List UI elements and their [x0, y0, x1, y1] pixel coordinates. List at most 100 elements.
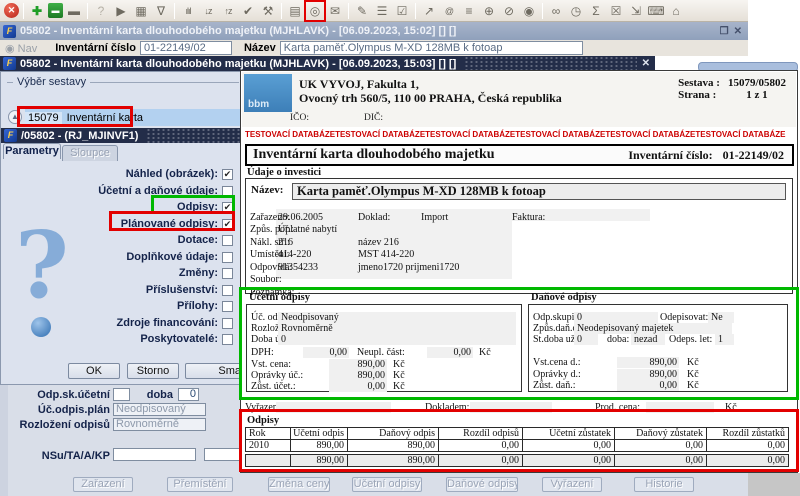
- historie-button[interactable]: Historie: [634, 477, 694, 492]
- section-udaje-box: Název: Karta paměť.Olympus M-XD 128MB k …: [245, 178, 793, 294]
- glasses-icon[interactable]: ∞: [547, 2, 565, 20]
- odpis-plan-label: Úč.odpis.plán: [20, 404, 110, 416]
- faktura-label: Faktura:: [512, 212, 545, 223]
- nav-row: ◉ Nav Inventární číslo 01-22149/02 Název…: [0, 40, 748, 56]
- rozlozeni-field[interactable]: Rovnoměrně: [113, 418, 206, 431]
- checkbox-row-zmeny: Změny:: [1, 266, 233, 280]
- list-icon[interactable]: ☰: [373, 2, 391, 20]
- layers-icon[interactable]: ≡: [460, 2, 478, 20]
- checkbox-row-nahled: Náhled (obrázek):✔: [1, 167, 233, 181]
- close-icon[interactable]: ✕: [642, 58, 650, 69]
- window-title: 05802 - Inventární karta dlouhodobého ma…: [20, 25, 456, 37]
- doklad-label: Doklad:: [358, 212, 390, 223]
- danove-odpisy-button[interactable]: Daňové odpisy: [446, 477, 518, 492]
- name-input[interactable]: Karta paměť.Olympus M-XD 128MB k fotoap: [280, 41, 583, 55]
- zmeny-checkbox[interactable]: [222, 268, 233, 279]
- annotation-odpisy-sections: [239, 287, 799, 400]
- strana-value: 1 z 1: [728, 89, 786, 101]
- app-icon: F: [3, 57, 16, 70]
- compass-icon[interactable]: ⊘: [500, 2, 518, 20]
- toolbar: ✕✚▬▬?▶▦∇ılıl↓z↑z✔⚒▤◎✉✎☰☑↗@≡⊕⊘◉∞◷Σ☒⇲⌨⌂: [0, 0, 748, 22]
- report-meta: Sestava : 15079/05802 Strana : 1 z 1: [678, 77, 786, 101]
- annotation-tree-item: [17, 106, 133, 127]
- checkbox-row-dotace: Dotace:: [1, 233, 233, 247]
- close-icon[interactable]: ✕: [4, 3, 19, 18]
- window-titlebar-active: F 05802 - Inventární karta dlouhodobého …: [0, 56, 655, 71]
- doplnkove-checkbox[interactable]: [222, 252, 233, 263]
- print-icon[interactable]: ▤: [286, 2, 304, 20]
- excel-export-icon[interactable]: ☒: [607, 2, 625, 20]
- check-all-icon[interactable]: ✔: [239, 2, 257, 20]
- nahled-checkbox[interactable]: ✔: [222, 169, 233, 180]
- tab-parametry[interactable]: Parametry: [3, 143, 61, 159]
- tools-icon[interactable]: ⚒: [259, 2, 277, 20]
- edit-icon[interactable]: ✎: [353, 2, 371, 20]
- mail-icon[interactable]: ✉: [326, 2, 344, 20]
- tab-sloupce[interactable]: Sloupce: [62, 145, 118, 161]
- app-icon: F: [3, 25, 16, 38]
- toolbar-separator: [415, 3, 416, 19]
- section-udaje-label: Údaje o investici: [247, 167, 321, 178]
- external-link-icon[interactable]: ↗: [420, 2, 438, 20]
- attachment-icon[interactable]: @: [440, 2, 458, 20]
- inv-number-label: Inventární číslo: [55, 42, 136, 54]
- remove-icon[interactable]: ▬: [65, 2, 83, 20]
- close-icon[interactable]: ✕: [734, 26, 742, 37]
- filter-icon[interactable]: ∇: [152, 2, 170, 20]
- checklist-icon[interactable]: ☑: [393, 2, 411, 20]
- zpusob-porizeni-value: Úplatné nabytí: [278, 224, 337, 235]
- print-preview-icon[interactable]: ◎: [306, 2, 324, 20]
- save-icon[interactable]: ▬: [48, 3, 63, 18]
- sort-descending-icon[interactable]: ↓z: [199, 2, 217, 20]
- smazat-button[interactable]: Sma: [185, 363, 244, 379]
- sort-ascending-icon[interactable]: ↑z: [219, 2, 237, 20]
- poskytovatele-checkbox[interactable]: [222, 334, 233, 345]
- run-icon[interactable]: ▶: [112, 2, 130, 20]
- umisteni-value: 414-220: [278, 249, 311, 260]
- calendar-icon[interactable]: ▦: [132, 2, 150, 20]
- toolbar-separator: [542, 3, 543, 19]
- checkbox-row-zdroje: Zdroje financování:: [1, 316, 233, 330]
- clock-icon[interactable]: ◷: [567, 2, 585, 20]
- rozlozeni-label: Rozložení odpisů: [10, 419, 110, 431]
- odpis-plan-field[interactable]: Neodpisovaný: [113, 403, 206, 416]
- zdroje-checkbox[interactable]: [222, 318, 233, 329]
- keyboard-icon[interactable]: ⌨: [647, 2, 665, 20]
- eye-icon[interactable]: ◉: [520, 2, 538, 20]
- dotace-checkbox[interactable]: [222, 235, 233, 246]
- nav-button[interactable]: ◉ Nav: [5, 42, 37, 55]
- add-icon[interactable]: ✚: [28, 2, 46, 20]
- sum-icon[interactable]: Σ: [587, 2, 605, 20]
- annotation-planovane-checkbox: [109, 211, 235, 231]
- zmena-ceny-button[interactable]: Změna ceny: [268, 477, 330, 492]
- zarazeni-button[interactable]: Zařazení: [73, 477, 133, 492]
- vyrazeni-button[interactable]: Vyřazení: [542, 477, 602, 492]
- zarazeno-value: 29.06.2005: [278, 212, 323, 223]
- doba-field[interactable]: 0: [178, 388, 199, 401]
- checkbox-row-poskytovatele: Poskytovatelé:: [1, 332, 233, 346]
- restore-icon[interactable]: ❐: [720, 26, 729, 37]
- file-export-icon[interactable]: ⇲: [627, 2, 645, 20]
- doklad-value: Import: [421, 212, 448, 223]
- nsu-field[interactable]: [113, 448, 196, 461]
- premisteni-button[interactable]: Přemístění: [167, 477, 233, 492]
- ucetni-odpisy-button[interactable]: Účetní odpisy: [352, 477, 422, 492]
- inv-no-label: Inventární číslo:: [628, 148, 712, 163]
- storno-button[interactable]: Storno: [127, 363, 179, 379]
- test-database-band: TESTOVACÍ DATABÁZE TESTOVACÍ DATABÁZE TE…: [245, 130, 732, 139]
- prilohy-checkbox[interactable]: [222, 301, 233, 312]
- inner-window-titlebar: F /05802 - (RJ_MJINVF1): [1, 128, 245, 143]
- odp-sk-field[interactable]: [113, 388, 130, 401]
- nsu-field-2[interactable]: [204, 448, 240, 461]
- inv-number-input[interactable]: 01-22149/02: [140, 41, 232, 55]
- checkbox-row-prilohy: Přílohy:: [1, 299, 233, 313]
- ok-button[interactable]: OK: [68, 363, 120, 379]
- chart-icon[interactable]: ılıl: [179, 2, 197, 20]
- prislusenstvi-checkbox[interactable]: [222, 285, 233, 296]
- nsu-label: NSu/TA/A/KP: [30, 450, 110, 462]
- naklad-stredisko-name: název 216: [358, 237, 399, 248]
- globe-icon[interactable]: ⊕: [480, 2, 498, 20]
- help-icon[interactable]: ?: [92, 2, 110, 20]
- screen: ✕✚▬▬?▶▦∇ılıl↓z↑z✔⚒▤◎✉✎☰☑↗@≡⊕⊘◉∞◷Σ☒⇲⌨⌂ F …: [0, 0, 800, 496]
- package-icon[interactable]: ⌂: [667, 2, 685, 20]
